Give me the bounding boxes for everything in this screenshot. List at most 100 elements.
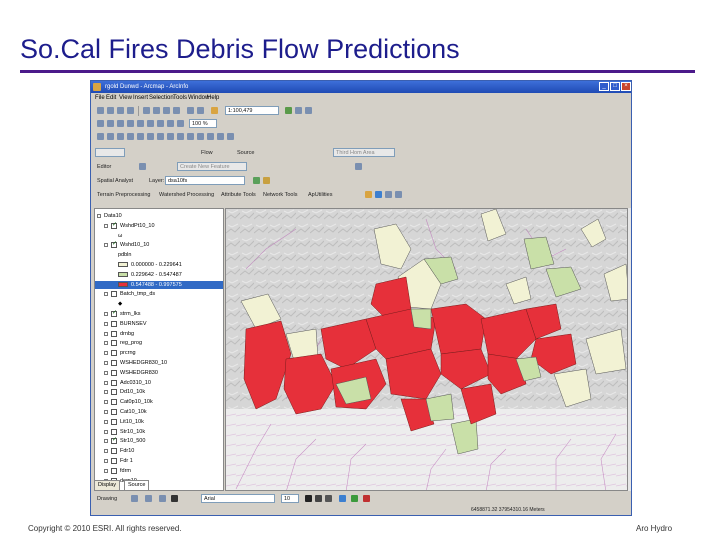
layer-visibility-checkbox[interactable]: [111, 409, 117, 415]
toc-layer-row[interactable]: strm_lks: [95, 309, 223, 318]
new-icon[interactable]: [97, 107, 104, 114]
layout-zoom-select[interactable]: 100 %: [189, 119, 217, 128]
editor-menu[interactable]: Editor: [97, 162, 111, 172]
full-extent-icon[interactable]: [127, 133, 134, 140]
map-vertical-scrollbar[interactable]: [628, 208, 631, 491]
tab-source[interactable]: Source: [124, 480, 150, 491]
menu-selection[interactable]: Selection: [149, 93, 174, 103]
delete-icon[interactable]: [173, 107, 180, 114]
pan-layout-icon[interactable]: [117, 120, 124, 127]
copy-icon[interactable]: [153, 107, 160, 114]
toc-layer-row[interactable]: Wshd10_10: [95, 240, 223, 249]
expand-collapse-icon[interactable]: [104, 321, 108, 326]
attribute-tools-menu[interactable]: Attribute Tools: [221, 190, 256, 200]
zoom-in-icon[interactable]: [97, 133, 104, 140]
expand-collapse-icon[interactable]: [104, 459, 108, 463]
layer-visibility-checkbox[interactable]: [111, 399, 117, 406]
toc-layer-row[interactable]: 0.547488 - 0.997575: [95, 280, 223, 289]
zoom-100-icon[interactable]: [137, 120, 144, 127]
line-color-icon[interactable]: [363, 495, 370, 502]
identify-icon[interactable]: [197, 133, 204, 140]
expand-collapse-icon[interactable]: [104, 439, 108, 444]
font-select[interactable]: Arial: [201, 494, 275, 503]
point-delineation-icon[interactable]: [375, 191, 382, 198]
expand-collapse-icon[interactable]: [104, 419, 108, 424]
expand-collapse-icon[interactable]: [97, 214, 101, 218]
expand-collapse-icon[interactable]: [104, 292, 108, 297]
layer-visibility-checkbox[interactable]: [111, 330, 117, 337]
drawing-menu[interactable]: Drawing: [97, 494, 117, 504]
menu-view[interactable]: View: [119, 93, 132, 103]
layer-visibility-checkbox[interactable]: [111, 350, 117, 357]
toc-layer-row[interactable]: Cat10_10k: [95, 408, 223, 416]
hydro-layer-select[interactable]: [95, 148, 125, 157]
menu-edit[interactable]: Edit: [106, 93, 116, 103]
toc-layer-row[interactable]: Str10_10k: [95, 428, 223, 436]
network-tools-menu[interactable]: Network Tools: [263, 190, 297, 200]
pan-icon[interactable]: [117, 133, 124, 140]
trace-icon[interactable]: [385, 191, 392, 198]
map-scale-select[interactable]: 1:100,479: [225, 106, 279, 115]
expand-collapse-icon[interactable]: [104, 243, 108, 248]
layer-visibility-checkbox[interactable]: [111, 448, 117, 455]
toc-layer-row[interactable]: Lit10_10k: [95, 418, 223, 426]
italic-icon[interactable]: [315, 495, 322, 502]
toc-layer-row[interactable]: BURNSEV: [95, 320, 223, 328]
flow-label[interactable]: Flow: [201, 148, 213, 158]
select-features-icon[interactable]: [177, 133, 184, 140]
rotate-icon[interactable]: [145, 495, 152, 502]
flow-path-icon[interactable]: [365, 191, 372, 198]
terrain-preprocessing-menu[interactable]: Terrain Preprocessing: [97, 190, 151, 200]
zoom-out-icon[interactable]: [107, 133, 114, 140]
layer-visibility-checkbox[interactable]: [111, 428, 117, 435]
edit-tool-icon[interactable]: [139, 163, 146, 170]
previous-extent-icon[interactable]: [157, 133, 164, 140]
sketch-tool-icon[interactable]: [355, 163, 362, 170]
font-size-select[interactable]: 10: [281, 494, 299, 503]
bold-icon[interactable]: [305, 495, 312, 502]
toc-layer-row[interactable]: fdrm: [95, 467, 223, 475]
close-button[interactable]: ×: [621, 82, 631, 91]
zoom-whole-page-icon[interactable]: [127, 120, 134, 127]
open-icon[interactable]: [107, 107, 114, 114]
toc-layer-row[interactable]: 0.000000 - 0.229641: [95, 261, 223, 269]
fixed-zoom-in-icon[interactable]: [137, 133, 144, 140]
toc-layer-row[interactable]: ◆: [95, 300, 223, 308]
paste-icon[interactable]: [163, 107, 170, 114]
toc-layer-row[interactable]: reg_prog: [95, 339, 223, 347]
forward-extent-icon[interactable]: [177, 120, 184, 127]
expand-collapse-icon[interactable]: [104, 400, 108, 405]
layer-visibility-checkbox[interactable]: [111, 379, 117, 386]
layer-visibility-checkbox[interactable]: [111, 467, 117, 474]
expand-collapse-icon[interactable]: [104, 341, 108, 346]
next-extent-icon[interactable]: [167, 133, 174, 140]
print-icon[interactable]: [127, 107, 134, 114]
layer-visibility-checkbox[interactable]: [111, 369, 117, 376]
toc-layer-row[interactable]: Cat0p10_10k: [95, 398, 223, 406]
tab-display[interactable]: Display: [94, 480, 121, 491]
text-icon[interactable]: [171, 495, 178, 502]
toc-layer-row[interactable]: Dd10_10k: [95, 388, 223, 396]
layer-visibility-checkbox[interactable]: [111, 340, 117, 347]
expand-collapse-icon[interactable]: [104, 312, 108, 316]
layer-visibility-checkbox[interactable]: [111, 436, 117, 445]
histogram-icon[interactable]: [253, 177, 260, 184]
underline-icon[interactable]: [325, 495, 332, 502]
toc-layer-row[interactable]: WshdPt10_10: [95, 221, 223, 230]
toc-layer-row[interactable]: ω: [95, 232, 223, 240]
rectangle-icon[interactable]: [159, 495, 166, 502]
layer-visibility-checkbox[interactable]: [111, 360, 117, 366]
layer-visibility-checkbox[interactable]: [111, 291, 117, 298]
hyperlink-icon[interactable]: [227, 133, 234, 140]
expand-collapse-icon[interactable]: [104, 468, 108, 473]
fixed-zoom-out-icon[interactable]: [147, 133, 154, 140]
task-select[interactable]: Create New Feature: [177, 162, 247, 171]
menu-file[interactable]: File: [95, 93, 105, 103]
toc-layer-row[interactable]: WSHEDGR830: [95, 369, 223, 377]
zoom-in-layout-icon[interactable]: [147, 120, 154, 127]
toc-layer-row[interactable]: Str10_500: [95, 436, 223, 445]
map-view[interactable]: [225, 208, 628, 491]
save-icon[interactable]: [117, 107, 124, 114]
toc-layer-row[interactable]: Adc0310_10: [95, 379, 223, 387]
layer-select[interactable]: dsa10fs: [165, 176, 245, 185]
